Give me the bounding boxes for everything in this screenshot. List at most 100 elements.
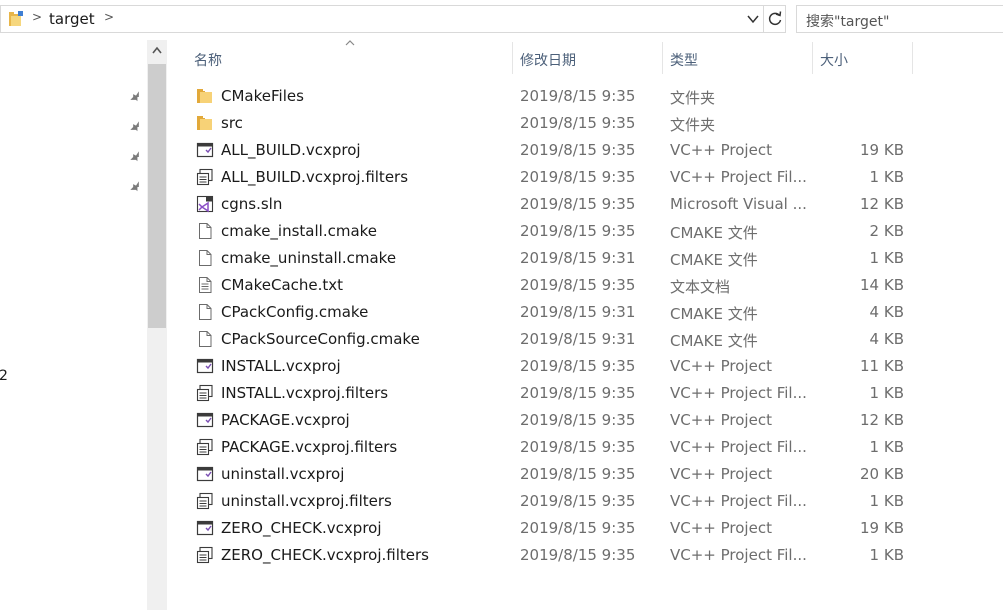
file-name: CMakeFiles — [221, 87, 304, 105]
file-date-modified: 2019/8/15 9:35 — [520, 384, 636, 402]
column-divider[interactable] — [662, 42, 663, 74]
file-icon — [196, 303, 214, 321]
refresh-icon[interactable] — [763, 6, 786, 32]
file-size: 1 KB — [869, 168, 904, 186]
column-divider[interactable] — [512, 42, 513, 74]
file-name: PACKAGE.vcxproj — [221, 411, 350, 429]
file-row[interactable]: ZERO_CHECK.vcxproj 2019/8/15 9:35 VC++ Pro… — [188, 515, 918, 542]
file-row[interactable]: ALL_BUILD.vcxproj.filters 2019/8/15 9:35 V… — [188, 164, 918, 191]
file-date-modified: 2019/8/15 9:35 — [520, 546, 636, 564]
file-row[interactable]: ALL_BUILD.vcxproj 2019/8/15 9:35 VC++ Proj… — [188, 137, 918, 164]
file-size: 1 KB — [869, 438, 904, 456]
file-row[interactable]: CMakeCache.txt 2019/8/15 9:35 文本文档 14 KB — [188, 272, 918, 299]
file-date-modified: 2019/8/15 9:35 — [520, 411, 636, 429]
scrollbar-thumb[interactable] — [148, 64, 166, 328]
pin-icon[interactable] — [129, 150, 143, 164]
file-type: VC++ Project Fil... — [670, 546, 807, 564]
text-file-icon — [196, 276, 214, 294]
file-row[interactable]: PACKAGE.vcxproj.filters 2019/8/15 9:35 VC+… — [188, 434, 918, 461]
file-row[interactable]: PACKAGE.vcxproj 2019/8/15 9:35 VC++ Projec… — [188, 407, 918, 434]
breadcrumb-target[interactable]: target — [49, 10, 95, 28]
file-type: CMAKE 文件 — [670, 251, 758, 269]
pin-icon[interactable] — [129, 90, 143, 104]
column-header-date[interactable]: 修改日期 — [520, 50, 576, 70]
file-date-modified: 2019/8/15 9:35 — [520, 141, 636, 159]
file-row[interactable]: CMakeFiles 2019/8/15 9:35 文件夹 — [188, 83, 918, 110]
file-size: 4 KB — [869, 303, 904, 321]
file-type: VC++ Project — [670, 357, 772, 375]
nav-scrollbar[interactable] — [147, 40, 167, 610]
pin-icon[interactable] — [129, 120, 143, 134]
file-name: src — [221, 114, 243, 132]
file-row[interactable]: CPackSourceConfig.cmake 2019/8/15 9:31 CMA… — [188, 326, 918, 353]
chevron-right-icon[interactable]: > — [104, 10, 114, 24]
file-row[interactable]: uninstall.vcxproj.filters 2019/8/15 9:35 V… — [188, 488, 918, 515]
file-date-modified: 2019/8/15 9:31 — [520, 330, 636, 348]
file-type: CMAKE 文件 — [670, 305, 758, 323]
file-type: VC++ Project — [670, 141, 772, 159]
file-size: 19 KB — [860, 519, 904, 537]
file-date-modified: 2019/8/15 9:35 — [520, 114, 636, 132]
chevron-down-icon[interactable] — [746, 11, 760, 27]
file-name: cmake_uninstall.cmake — [221, 249, 397, 267]
file-size: 12 KB — [860, 411, 904, 429]
file-row[interactable]: INSTALL.vcxproj 2019/8/15 9:35 VC++ Projec… — [188, 353, 918, 380]
file-size: 1 KB — [869, 492, 904, 510]
chevron-right-icon[interactable]: > — [32, 10, 42, 24]
file-type: VC++ Project — [670, 519, 772, 537]
vcxproj-filters-icon — [196, 384, 214, 402]
sort-ascending-icon — [345, 40, 355, 46]
file-date-modified: 2019/8/15 9:35 — [520, 168, 636, 186]
vcxproj-icon — [196, 357, 214, 375]
file-date-modified: 2019/8/15 9:35 — [520, 87, 636, 105]
column-divider[interactable] — [912, 42, 913, 74]
scroll-up-arrow-icon[interactable] — [152, 46, 162, 54]
file-name: ALL_BUILD.vcxproj — [221, 141, 361, 159]
file-row[interactable]: uninstall.vcxproj 2019/8/15 9:35 VC++ Proj… — [188, 461, 918, 488]
file-type: 文件夹 — [670, 89, 716, 107]
search-placeholder: 搜索"target" — [806, 14, 890, 30]
file-type: VC++ Project — [670, 411, 772, 429]
pin-icon[interactable] — [129, 180, 143, 194]
search-input[interactable]: 搜索"target" — [796, 5, 1003, 33]
file-name: uninstall.vcxproj — [221, 465, 345, 483]
file-size: 1 KB — [869, 546, 904, 564]
file-type: Microsoft Visual ... — [670, 195, 807, 213]
file-date-modified: 2019/8/15 9:35 — [520, 195, 636, 213]
vcxproj-icon — [196, 519, 214, 537]
vcxproj-filters-icon — [196, 438, 214, 456]
file-size: 20 KB — [860, 465, 904, 483]
file-name: ZERO_CHECK.vcxproj.filters — [221, 546, 429, 564]
file-row[interactable]: ZERO_CHECK.vcxproj.filters 2019/8/15 9:35… — [188, 542, 918, 569]
file-row[interactable]: INSTALL.vcxproj.filters 2019/8/15 9:35 VC+… — [188, 380, 918, 407]
file-date-modified: 2019/8/15 9:35 — [520, 519, 636, 537]
file-icon — [196, 330, 214, 348]
column-header-type[interactable]: 类型 — [670, 50, 698, 70]
file-date-modified: 2019/8/15 9:35 — [520, 465, 636, 483]
column-divider[interactable] — [812, 42, 813, 74]
nav-item-label[interactable]: 2 — [0, 368, 8, 384]
file-name: CPackSourceConfig.cmake — [221, 330, 420, 348]
column-header-name[interactable]: 名称 — [194, 50, 222, 70]
file-size: 2 KB — [869, 222, 904, 240]
file-row[interactable]: cmake_install.cmake 2019/8/15 9:35 CMAKE 文… — [188, 218, 918, 245]
file-type: VC++ Project — [670, 465, 772, 483]
address-bar[interactable]: > target > — [0, 5, 786, 33]
file-type: VC++ Project Fil... — [670, 438, 807, 456]
vcxproj-filters-icon — [196, 492, 214, 510]
file-row[interactable]: CPackConfig.cmake 2019/8/15 9:31 CMAKE 文件 4… — [188, 299, 918, 326]
file-row[interactable]: src 2019/8/15 9:35 文件夹 — [188, 110, 918, 137]
vcxproj-filters-icon — [196, 546, 214, 564]
folder-icon — [196, 87, 214, 105]
file-icon — [196, 249, 214, 267]
file-size: 14 KB — [860, 276, 904, 294]
file-size: 4 KB — [869, 330, 904, 348]
file-date-modified: 2019/8/15 9:31 — [520, 303, 636, 321]
file-row[interactable]: cmake_uninstall.cmake 2019/8/15 9:31 CMAKE… — [188, 245, 918, 272]
file-name: CPackConfig.cmake — [221, 303, 369, 321]
file-type: VC++ Project Fil... — [670, 492, 807, 510]
file-name: cgns.sln — [221, 195, 283, 213]
column-header-size[interactable]: 大小 — [820, 50, 848, 70]
file-name: cmake_install.cmake — [221, 222, 378, 240]
file-row[interactable]: cgns.sln 2019/8/15 9:35 Microsoft Visual .… — [188, 191, 918, 218]
